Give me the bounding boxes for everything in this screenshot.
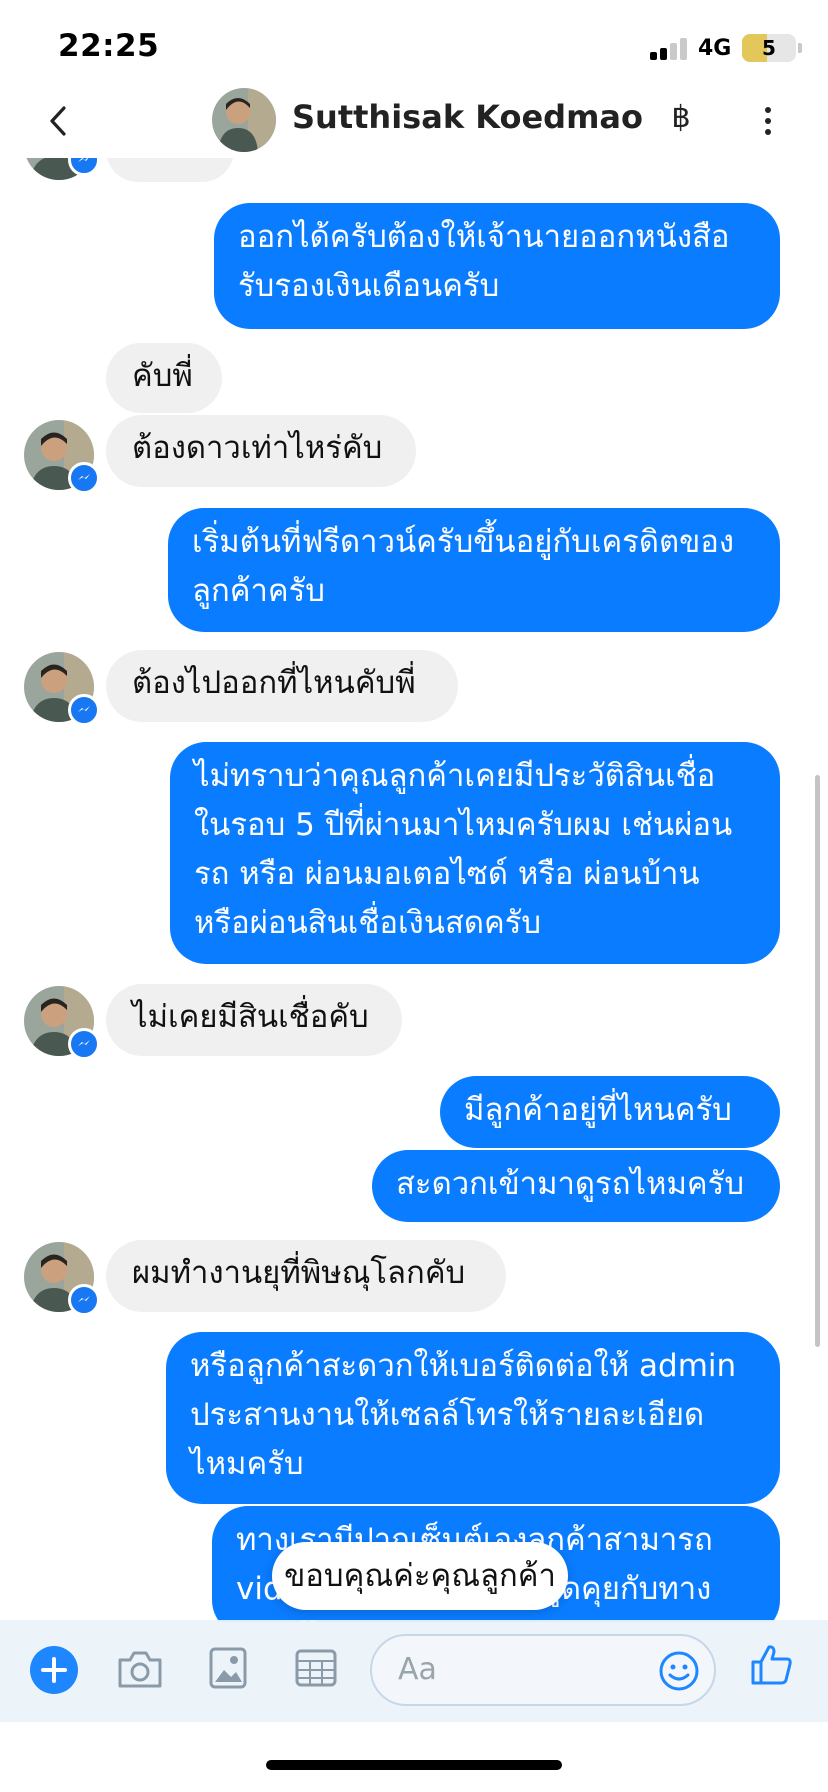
contact-name[interactable]: Sutthisak Koedmao [292, 98, 643, 136]
message-input[interactable]: Aa [370, 1634, 716, 1706]
message-bubble-outgoing[interactable]: สะดวกเข้ามาดูรถไหมครับ [372, 1150, 780, 1222]
messenger-badge-icon [68, 462, 100, 494]
message-bubble-outgoing[interactable]: เริ่มต้นที่ฟรีดาวน์ครับขึ้นอยู่กับเครดิต… [168, 508, 780, 632]
calendar-grid-icon[interactable] [294, 1648, 338, 1692]
message-bubble-outgoing[interactable]: หรือลูกค้าสะดวกให้เบอร์ติดต่อให้ admin ป… [166, 1332, 780, 1504]
back-arrow-icon[interactable] [42, 104, 76, 138]
message-bubble-incoming[interactable]: ต้องไปออกที่ไหนคับพี่ [106, 650, 458, 722]
baht-payment-icon[interactable]: ฿ [664, 100, 698, 135]
message-bubble-outgoing[interactable]: ไม่ทราบว่าคุณลูกค้าเคยมีประวัติสินเชื่อ … [170, 742, 780, 964]
emoji-icon[interactable] [658, 1650, 700, 1692]
messenger-badge-icon [68, 1284, 100, 1316]
add-plus-icon[interactable] [30, 1646, 78, 1694]
more-options-icon[interactable] [760, 104, 776, 138]
status-time: 22:25 [58, 28, 160, 64]
battery-level: 5 [762, 36, 776, 60]
messenger-badge-icon [68, 694, 100, 726]
message-bubble-incoming[interactable] [106, 158, 234, 182]
contact-avatar[interactable] [212, 88, 276, 152]
message-composer: Aa [0, 1620, 828, 1722]
message-bubble-incoming[interactable]: คับพี่ [106, 343, 222, 413]
messenger-badge-icon [68, 1028, 100, 1060]
camera-icon[interactable] [116, 1648, 164, 1694]
quick-reply-toast[interactable]: ขอบคุณค่ะคุณลูกค้า [272, 1542, 568, 1610]
gallery-image-icon[interactable] [208, 1646, 248, 1694]
home-indicator[interactable] [266, 1760, 562, 1770]
thumbs-up-like-icon[interactable] [750, 1642, 794, 1686]
network-type: 4G [698, 36, 732, 61]
battery-tip [798, 43, 802, 53]
chat-header: Sutthisak Koedmao ฿ [0, 82, 828, 158]
message-input-placeholder: Aa [398, 1652, 437, 1687]
message-bubble-incoming[interactable]: ผมทำงานยุที่พิษณุโลกคับ [106, 1240, 506, 1312]
status-bar: 22:25 4G 5 [0, 0, 828, 90]
message-bubble-outgoing[interactable]: ออกได้ครับต้องให้เจ้านายออกหนังสือ รับรอ… [214, 203, 780, 329]
cellular-signal-icon [650, 38, 690, 60]
battery-icon: 5 [742, 34, 796, 62]
message-bubble-incoming[interactable]: ไม่เคยมีสินเชื่อคับ [106, 984, 402, 1056]
scrollbar[interactable] [815, 775, 820, 1347]
message-bubble-outgoing[interactable]: มีลูกค้าอยู่ที่ไหนครับ [440, 1076, 780, 1148]
message-bubble-incoming[interactable]: ต้องดาวเท่าไหร่คับ [106, 415, 416, 487]
message-list[interactable]: ออกได้ครับต้องให้เจ้านายออกหนังสือ รับรอ… [0, 158, 828, 1622]
